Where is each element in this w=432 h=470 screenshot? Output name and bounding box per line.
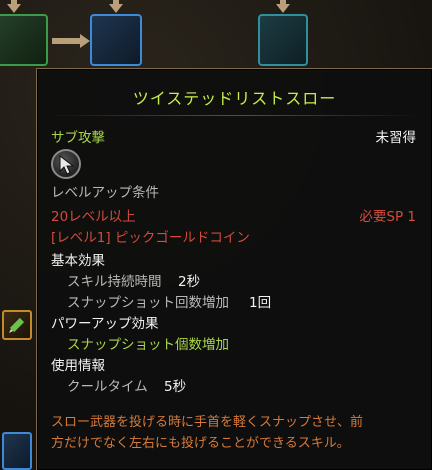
cooldown-value: 5秒 <box>164 379 187 395</box>
cursor-arrow-icon <box>51 149 81 179</box>
skill-slot-selected[interactable] <box>258 14 308 66</box>
powerup-item: スナップショット個数増加 <box>67 337 229 353</box>
connector-line <box>52 38 82 44</box>
pencil-icon[interactable] <box>2 310 32 340</box>
description-line: 方だけでなく左右にも投げることができるスキル。 <box>51 436 350 451</box>
sp-requirement: 必要SP 1 <box>359 209 416 225</box>
skill-slot[interactable] <box>0 14 48 66</box>
connector-arrow <box>109 4 123 13</box>
skill-description: スロー武器を投げる時に手首を軽くスナップさせ、前 方だけでなく左右にも投げること… <box>51 412 418 454</box>
connector-arrow <box>276 4 290 13</box>
powerup-header: パワーアップ効果 <box>51 316 159 332</box>
connector-arrow <box>80 34 90 48</box>
level-requirement: 20レベル以上 <box>51 209 136 225</box>
description-line: スロー武器を投げる時に手首を軽くスナップさせ、前 <box>51 415 364 430</box>
skill-slot[interactable] <box>90 14 142 66</box>
item-requirement: [レベル1] ピックゴールドコイン <box>51 230 250 246</box>
effect-value: 2秒 <box>178 274 201 290</box>
effect-label: スナップショット回数増加 <box>67 295 229 311</box>
title-divider <box>45 115 424 116</box>
effect-value: 1回 <box>249 295 272 311</box>
basic-effect-header: 基本効果 <box>51 253 105 269</box>
learn-status: 未習得 <box>375 130 417 146</box>
skill-tooltip: ツイステッドリストスロー サブ攻撃 未習得 レベルアップ条件 20レベル以上 必… <box>36 68 432 470</box>
effect-label: スキル持続時間 <box>67 274 162 290</box>
usage-header: 使用情報 <box>51 358 105 374</box>
skill-title: ツイステッドリストスロー <box>132 89 337 108</box>
levelup-header: レベルアップ条件 <box>51 185 159 201</box>
skill-category: サブ攻撃 <box>51 130 105 146</box>
connector-arrow <box>7 4 21 13</box>
cooldown-label: クールタイム <box>67 379 148 395</box>
skill-slot[interactable] <box>2 432 32 470</box>
